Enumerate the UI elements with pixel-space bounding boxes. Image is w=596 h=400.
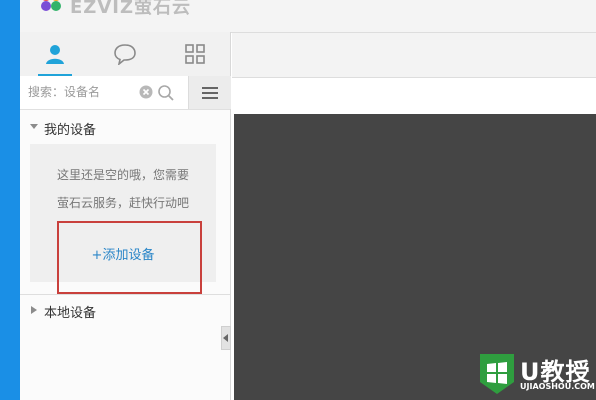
search-input[interactable]	[28, 82, 138, 102]
windows-shield-icon	[480, 354, 514, 394]
search-bar	[20, 76, 231, 110]
chevron-left-icon	[223, 334, 228, 342]
collapsed-arrow-icon	[31, 306, 37, 314]
group-my-devices[interactable]: 我的设备	[20, 112, 230, 142]
tab-devices[interactable]	[20, 32, 90, 76]
empty-message-line1: 这里还是空的哦，您需要	[56, 168, 189, 182]
clear-icon[interactable]	[139, 85, 153, 99]
menu-button[interactable]	[188, 76, 231, 109]
tab-messages[interactable]	[90, 32, 160, 76]
group-label: 本地设备	[44, 306, 97, 321]
search-icon[interactable]	[157, 84, 175, 102]
app-brand: EZVIZ萤石云	[70, 0, 192, 18]
watermark-url: UJIAOSHOU.COM	[520, 382, 595, 391]
main-toolbar	[232, 33, 596, 78]
group-local-devices[interactable]: 本地设备	[20, 294, 230, 325]
highlight-annotation	[57, 221, 202, 294]
tab-apps[interactable]	[160, 32, 230, 76]
hamburger-icon	[202, 86, 218, 99]
sidebar-tabs	[20, 32, 230, 77]
chat-bubble-icon	[114, 44, 136, 65]
person-icon	[46, 45, 64, 64]
group-label: 我的设备	[44, 123, 97, 138]
sidebar: 我的设备 这里还是空的哦，您需要 萤石云服务，赶快行动吧 +添加设备 本地设备	[20, 32, 231, 400]
ezviz-logo-icon	[41, 0, 61, 11]
empty-message-line2: 萤石云服务，赶快行动吧	[56, 196, 189, 210]
watermark: U教授 UJIAOSHOU.COM	[478, 350, 596, 400]
desktop-edge	[0, 0, 20, 400]
grid-icon	[185, 44, 205, 64]
expanded-arrow-icon	[30, 124, 38, 129]
sidebar-collapse-handle[interactable]	[221, 326, 231, 350]
main-header-area	[232, 78, 596, 114]
